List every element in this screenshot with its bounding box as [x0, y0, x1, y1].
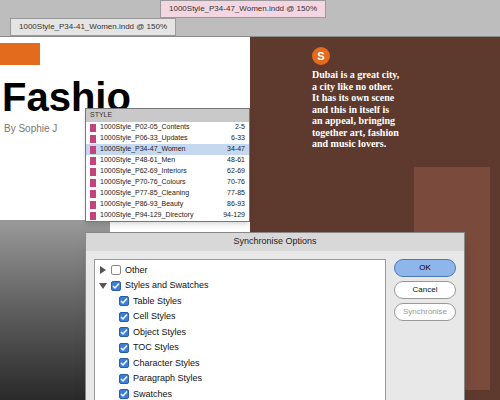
document-tab[interactable]: 1000Style_P34-41_Women.indd @ 150%: [10, 18, 176, 36]
check-icon: [120, 375, 128, 383]
tree-item[interactable]: TOC Styles: [99, 341, 381, 355]
book-row[interactable]: 1000Style_P34-47_Women34-47: [86, 144, 249, 155]
options-tree: OtherStyles and Swatches Table StylesCell…: [94, 259, 386, 400]
book-row[interactable]: 1000Style_P62-69_Interiors62-69: [86, 166, 249, 177]
book-row[interactable]: 1000Style_P06-33_Updates6-33: [86, 133, 249, 144]
dialog-button[interactable]: Cancel: [394, 281, 456, 299]
tree-item[interactable]: Table Styles: [99, 295, 381, 309]
check-icon: [120, 328, 128, 336]
document-icon: [90, 168, 96, 176]
pull-quote: Dubai is a great city, a city like no ot…: [312, 69, 402, 150]
check-icon: [120, 297, 128, 305]
synchronise-dialog: Synchronise Options OtherStyles and Swatc…: [85, 232, 465, 400]
tree-item[interactable]: Paragraph Styles: [99, 372, 381, 386]
check-icon: [120, 359, 128, 367]
checkbox[interactable]: [119, 358, 129, 368]
book-row[interactable]: 1000Style_P94-129_Directory94-129: [86, 210, 249, 221]
document-icon: [90, 201, 96, 209]
book-row[interactable]: 1000Style_P70-76_Colours70-76: [86, 177, 249, 188]
check-icon: [120, 390, 128, 398]
checkbox[interactable]: [119, 296, 129, 306]
tree-group[interactable]: Styles and Swatches: [99, 279, 381, 293]
document-icon: [90, 124, 96, 132]
checkbox[interactable]: [111, 281, 121, 291]
check-icon: [120, 313, 128, 321]
checkbox[interactable]: [119, 374, 129, 384]
document-icon: [90, 190, 96, 198]
tree-item[interactable]: Object Styles: [99, 326, 381, 340]
expanded-triangle-icon[interactable]: [99, 282, 107, 290]
check-icon: [120, 344, 128, 352]
panel-title: STYLE: [86, 109, 249, 122]
collapsed-triangle-icon[interactable]: [99, 266, 107, 274]
checkbox[interactable]: [119, 389, 129, 399]
dialog-buttons: OK Cancel Synchronise: [394, 259, 456, 400]
checkbox[interactable]: [119, 312, 129, 322]
dialog-button[interactable]: Synchronise: [394, 303, 456, 321]
tree-item[interactable]: Swatches: [99, 388, 381, 400]
screen: 1000Style_P34-47_Women.indd @ 150%1000St…: [0, 0, 500, 400]
checkbox[interactable]: [119, 343, 129, 353]
tree-item[interactable]: Character Styles: [99, 357, 381, 371]
checkbox[interactable]: [119, 327, 129, 337]
dialog-title: Synchronise Options: [86, 233, 464, 251]
orange-tab: [0, 43, 40, 65]
dialog-button[interactable]: OK: [394, 259, 456, 277]
book-row[interactable]: 1000Style_P48-61_Men48-61: [86, 155, 249, 166]
tree-item[interactable]: Cell Styles: [99, 310, 381, 324]
checkbox[interactable]: [111, 265, 121, 275]
tab-bar: 1000Style_P34-47_Women.indd @ 150%1000St…: [0, 0, 500, 37]
document-icon: [90, 157, 96, 165]
document-tab[interactable]: 1000Style_P34-47_Women.indd @ 150%: [160, 0, 326, 18]
tree-group[interactable]: Other: [99, 264, 381, 278]
book-panel[interactable]: STYLE1000Style_P02-05_Contents2-51000Sty…: [85, 108, 250, 222]
book-row[interactable]: 1000Style_P77-85_Cleaning77-85: [86, 188, 249, 199]
document-icon: [90, 179, 96, 187]
book-row[interactable]: 1000Style_P02-05_Contents2-5: [86, 122, 249, 133]
logo: S: [312, 47, 330, 65]
document-icon: [90, 212, 96, 220]
document-icon: [90, 146, 96, 154]
book-row[interactable]: 1000Style_P86-93_Beauty86-93: [86, 199, 249, 210]
check-icon: [112, 282, 120, 290]
document-icon: [90, 135, 96, 143]
